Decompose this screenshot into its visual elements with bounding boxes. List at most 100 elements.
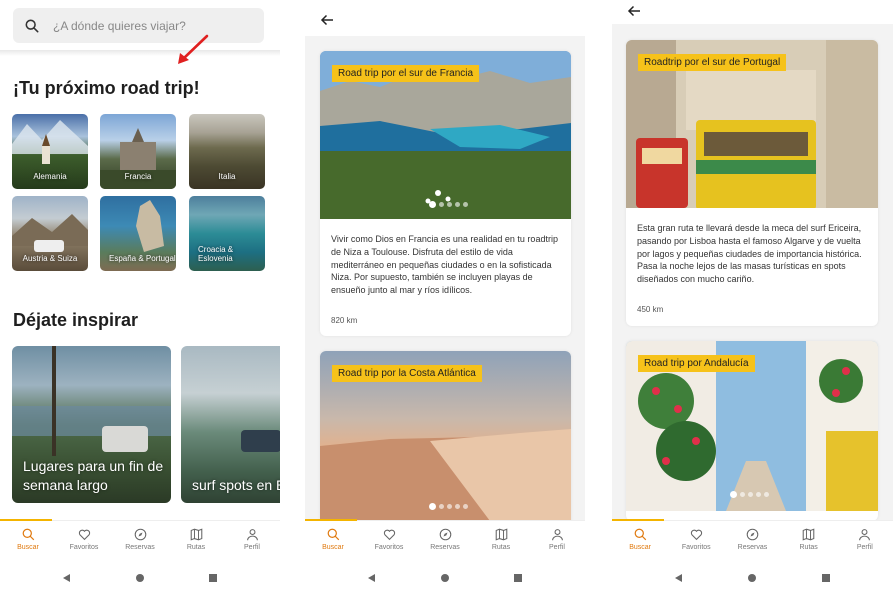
nav-item-rutas[interactable]: Rutas [784,528,834,551]
carousel-dots [429,503,468,510]
back-triangle-icon[interactable] [367,570,377,582]
compass-icon [746,528,759,541]
destination-tile-alemania[interactable]: Alemania [12,114,88,189]
destination-tile-italia[interactable]: Italia [189,114,265,189]
nav-label: Rutas [799,544,818,551]
nav-item-rutas[interactable]: Rutas [171,528,221,551]
heart-icon [383,529,395,541]
nav-label: Buscar [322,544,344,551]
route-card-description: Esta gran ruta te llevará desde la meca … [637,223,862,285]
section-title-road-trip: ¡Tu próximo road trip! [13,78,200,98]
recents-square-icon[interactable] [208,570,218,582]
route-card-sur-de-francia[interactable]: Road trip por el sur de Francia Vivir co… [320,51,571,336]
route-card-distance: 820 km [331,316,358,325]
nav-item-buscar[interactable]: Buscar [615,528,665,551]
heart-icon [78,529,90,541]
nav-label: Reservas [430,544,460,551]
destination-label: Italia [218,172,236,182]
section-title-inspire: Déjate inspirar [13,310,139,330]
route-card-tag: Road trip por Andalucía [638,355,755,372]
user-icon [246,529,258,541]
nav-item-rutas[interactable]: Rutas [476,528,526,551]
carousel-dots [429,201,468,208]
nav-item-perfil[interactable]: Perfil [840,528,890,551]
nav-active-indicator [0,519,52,521]
destination-label: Austria & Suiza [22,254,78,264]
nav-item-reservas[interactable]: Reservas [727,528,777,551]
destination-label: Croacia & Eslovenia [198,244,234,264]
home-circle-icon[interactable] [440,570,450,582]
recents-square-icon[interactable] [821,570,831,582]
destination-label: España & Portugal [109,254,176,264]
compass-icon [134,528,146,541]
system-nav [612,570,893,582]
user-icon [859,529,871,541]
route-card-tag: Road trip por la Costa Atlántica [332,365,482,382]
annotation-arrow-icon [178,34,209,64]
system-nav [0,570,280,582]
nav-label: Favoritos [374,544,404,551]
route-card-costa-atlantica[interactable]: Road trip por la Costa Atlántica [320,351,571,531]
destination-tile-espana-portugal[interactable]: España & Portugal [100,196,176,271]
nav-item-favoritos[interactable]: Favoritos [364,528,414,551]
nav-item-favoritos[interactable]: Favoritos [59,528,109,551]
nav-label: Rutas [491,544,511,551]
inspire-card-surf-spots[interactable]: surf spots en España, Portugal e Italia [181,346,280,503]
top-bar [612,0,893,24]
routes-list-screen-france: Road trip por el sur de Francia Vivir co… [305,0,585,594]
nav-label: Reservas [125,544,155,551]
top-bar [305,0,585,36]
nav-item-reservas[interactable]: Reservas [115,528,165,551]
routes-list-screen-portugal: Roadtrip por el sur de Portugal Esta gra… [612,0,893,594]
nav-item-perfil[interactable]: Perfil [227,528,277,551]
search-input[interactable] [53,18,253,33]
back-triangle-icon[interactable] [62,570,72,582]
search-icon [25,19,39,32]
destination-label: Alemania [33,172,67,182]
back-arrow-icon[interactable] [627,4,641,18]
user-icon [551,529,563,541]
bottom-nav: Buscar Favoritos Reservas Rutas Perfil [305,519,585,594]
route-card-tag: Roadtrip por el sur de Portugal [638,54,787,71]
search-icon [22,528,34,541]
home-circle-icon[interactable] [135,570,145,582]
search-icon [327,528,339,541]
nav-item-buscar[interactable]: Buscar [3,528,53,551]
destination-tile-austria-suiza[interactable]: Austria & Suiza [12,196,88,271]
nav-label: Perfil [244,544,260,551]
system-nav [305,570,585,582]
search-icon [634,528,646,541]
nav-label: Buscar [17,544,39,551]
nav-item-favoritos[interactable]: Favoritos [671,528,721,551]
nav-label: Reservas [737,544,768,551]
destination-tile-croacia-eslovenia[interactable]: Croacia & Eslovenia [189,196,265,271]
inspire-card-long-weekend[interactable]: Lugares para un fin de semana largo [12,346,171,503]
nav-item-buscar[interactable]: Buscar [308,528,358,551]
route-card-distance: 450 km [637,305,664,314]
bottom-nav: Buscar Favoritos Reservas Rutas Perfil [0,519,280,594]
nav-label: Favoritos [69,544,99,551]
inspire-card-title: surf spots en España, Portugal e Italia [192,477,280,494]
compass-icon [439,528,451,541]
destination-label: Francia [124,172,152,182]
carousel-dots [730,491,769,498]
back-arrow-icon[interactable] [320,13,334,27]
route-card-description: Vivir como Dios en Francia es una realid… [331,234,558,296]
nav-active-indicator [612,519,664,521]
destination-tile-francia[interactable]: Francia [100,114,176,189]
bottom-nav: Buscar Favoritos Reservas Rutas Perfil [612,519,893,594]
back-triangle-icon[interactable] [674,570,684,582]
nav-label: Favoritos [681,544,711,551]
nav-label: Buscar [629,544,651,551]
nav-item-perfil[interactable]: Perfil [532,528,582,551]
nav-label: Rutas [186,544,206,551]
search-bar[interactable] [13,8,264,43]
route-card-andalucia[interactable]: Road trip por Andalucía [626,341,878,521]
home-circle-icon[interactable] [747,570,757,582]
route-card-sur-de-portugal[interactable]: Roadtrip por el sur de Portugal Esta gra… [626,40,878,326]
header-shadow [0,50,280,56]
home-screen: ¡Tu próximo road trip! Alemania Francia … [0,0,280,594]
heart-icon [690,529,702,541]
nav-item-reservas[interactable]: Reservas [420,528,470,551]
recents-square-icon[interactable] [513,570,523,582]
